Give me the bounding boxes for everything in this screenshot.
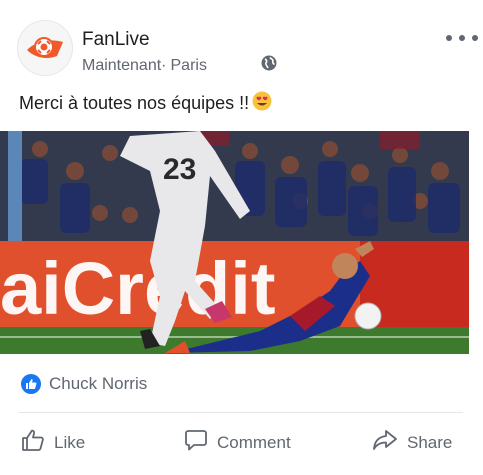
share-icon [372, 428, 398, 457]
meta-separator: · [161, 56, 167, 74]
post-text: Merci à toutes nos équipes !! [19, 91, 272, 116]
post-location[interactable]: Paris [171, 57, 207, 75]
like-button[interactable]: Like [21, 428, 85, 457]
share-label: Share [407, 432, 453, 452]
post-message: Merci à toutes nos équipes !! [19, 93, 250, 113]
action-bar: Like Comment Share [0, 426, 483, 456]
comment-button[interactable]: Comment [184, 428, 291, 457]
thumbs-up-icon [21, 374, 41, 394]
banner-text: aiCredit [0, 247, 276, 330]
globe-icon [261, 55, 277, 76]
like-icon [21, 428, 45, 457]
post-photo[interactable]: aiCredit 23 [0, 131, 469, 354]
comment-label: Comment [217, 432, 291, 452]
post-time[interactable]: Maintenant [82, 57, 161, 75]
fanlive-logo-icon [18, 21, 72, 75]
comment-icon [184, 428, 208, 457]
page-avatar[interactable] [17, 20, 73, 76]
page-name[interactable]: FanLive [82, 29, 150, 51]
reactions-summary[interactable]: Chuck Norris [21, 374, 147, 394]
jersey-number: 23 [163, 153, 196, 186]
reaction-names[interactable]: Chuck Norris [49, 374, 147, 394]
share-button[interactable]: Share [372, 428, 452, 457]
more-options-icon[interactable] [446, 28, 478, 48]
heart-eyes-emoji-icon [252, 91, 272, 116]
like-label: Like [54, 432, 86, 452]
divider [19, 412, 463, 413]
post-meta: Maintenant · Paris [82, 55, 277, 76]
